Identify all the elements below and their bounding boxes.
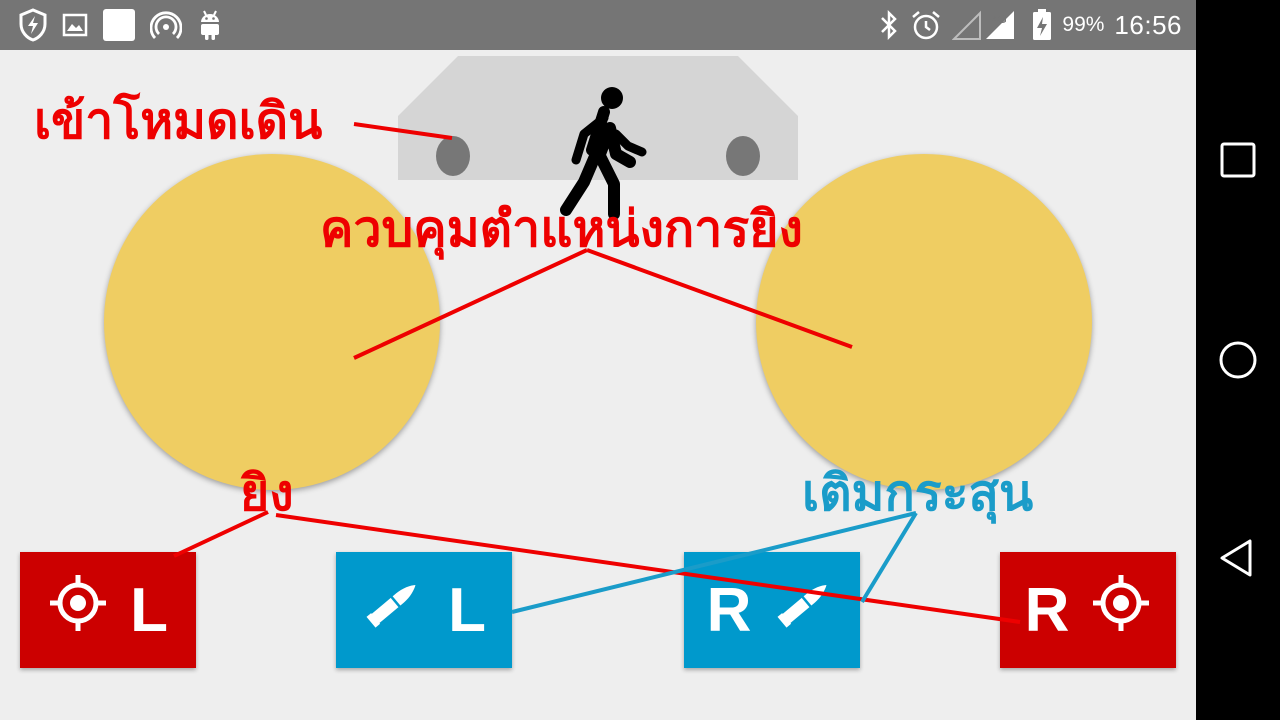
shield-bolt-icon [18,8,48,42]
battery-charging-icon [1032,9,1052,41]
bullet-icon [362,571,426,650]
status-left-icons [18,8,224,42]
alarm-icon [910,9,942,41]
reload-left-label: L [448,575,486,645]
status-clock: 16:56 [1114,9,1182,40]
back-triangle-icon[interactable] [1218,538,1258,578]
hotspot-icon [150,9,182,41]
right-aim-joystick[interactable] [756,154,1092,490]
signal-icon: 4G [952,9,1022,41]
network-type-label: 4G [992,14,1007,26]
fire-left-label: L [130,575,168,645]
walk-mode-annotation: เข้าโหมดเดิน [34,92,323,150]
recents-square-icon[interactable] [1218,140,1258,180]
status-right-icons: 4G 99% 16:56 [878,8,1182,42]
status-bar: 4G 99% 16:56 [0,0,1196,50]
battery-percentage: 99% [1062,13,1105,36]
reload-right-label: R [706,575,752,645]
crosshair-icon [48,573,108,648]
crosshair-icon [1091,573,1151,648]
navigation-bar [1196,0,1280,720]
blank-notification-icon [102,8,136,42]
fire-annotation: ยิง [240,464,294,522]
fire-right-button[interactable]: R [1000,552,1176,668]
android-icon [196,9,224,41]
fire-right-label: R [1024,575,1070,645]
bullet-icon [773,571,837,650]
bluetooth-icon [878,10,900,40]
home-circle-icon[interactable] [1218,340,1258,380]
reload-annotation: เติมกระสุน [802,464,1034,522]
aim-control-annotation: ควบคุมตำแหน่งการยิง [320,200,803,258]
image-icon [62,12,88,38]
fire-left-button[interactable]: L [20,552,196,668]
reload-left-button[interactable]: L [336,552,512,668]
reload-right-button[interactable]: R [684,552,860,668]
